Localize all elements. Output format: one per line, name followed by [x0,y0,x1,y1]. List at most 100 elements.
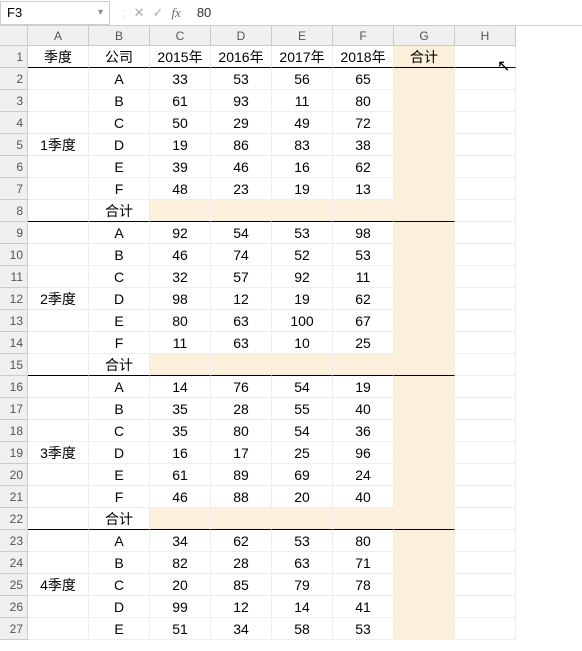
cell-D24[interactable]: 28 [211,552,272,574]
cell-B18[interactable]: C [89,420,150,442]
cell-D18[interactable]: 80 [211,420,272,442]
row-head-10[interactable]: 10 [0,244,28,266]
cell-B14[interactable]: F [89,332,150,354]
row-head-20[interactable]: 20 [0,464,28,486]
cell-C14[interactable]: 11 [150,332,211,354]
cell-E4[interactable]: 49 [272,112,333,134]
cell-D7[interactable]: 23 [211,178,272,200]
cell-C15[interactable] [150,354,211,376]
cell-D22[interactable] [211,508,272,530]
row-head-4[interactable]: 4 [0,112,28,134]
cell-B19[interactable]: D [89,442,150,464]
cell-B9[interactable]: A [89,222,150,244]
cell-B8[interactable]: 合计 [89,200,150,222]
cell-D3[interactable]: 93 [211,90,272,112]
cell-A12[interactable]: 2季度 [28,288,89,310]
col-head-F[interactable]: F [333,26,394,46]
cell-C23[interactable]: 34 [150,530,211,552]
fx-icon[interactable]: fx [171,5,180,21]
row-head-6[interactable]: 6 [0,156,28,178]
cell-D2[interactable]: 53 [211,68,272,90]
cell-D21[interactable]: 88 [211,486,272,508]
cell-A25[interactable]: 4季度 [28,574,89,596]
cell-A5[interactable]: 1季度 [28,134,89,156]
cell-G18[interactable] [394,420,455,442]
cell-A16[interactable] [28,376,89,398]
cell-A4[interactable] [28,112,89,134]
cell-A22[interactable] [28,508,89,530]
cell-G22[interactable] [394,508,455,530]
cell-G15[interactable] [394,354,455,376]
cell-A20[interactable] [28,464,89,486]
cell-G2[interactable] [394,68,455,90]
cell-G12[interactable] [394,288,455,310]
cell-E22[interactable] [272,508,333,530]
cell-F24[interactable]: 71 [333,552,394,574]
cell-F6[interactable]: 62 [333,156,394,178]
cell-F15[interactable] [333,354,394,376]
cell-G19[interactable] [394,442,455,464]
cell-G7[interactable] [394,178,455,200]
cell-E21[interactable]: 20 [272,486,333,508]
header-H[interactable] [455,46,516,68]
cell-E7[interactable]: 19 [272,178,333,200]
cell-D6[interactable]: 46 [211,156,272,178]
cell-D10[interactable]: 74 [211,244,272,266]
cell-H13[interactable] [455,310,516,332]
cell-H10[interactable] [455,244,516,266]
cell-E24[interactable]: 63 [272,552,333,574]
cell-D4[interactable]: 29 [211,112,272,134]
cell-H15[interactable] [455,354,516,376]
cell-F18[interactable]: 36 [333,420,394,442]
header-A[interactable]: 季度 [28,46,89,68]
cell-D9[interactable]: 54 [211,222,272,244]
cell-B22[interactable]: 合计 [89,508,150,530]
cell-F20[interactable]: 24 [333,464,394,486]
cell-F17[interactable]: 40 [333,398,394,420]
cell-E27[interactable]: 58 [272,618,333,640]
cell-H16[interactable] [455,376,516,398]
cell-G17[interactable] [394,398,455,420]
cell-B7[interactable]: F [89,178,150,200]
row-head-7[interactable]: 7 [0,178,28,200]
cell-E11[interactable]: 92 [272,266,333,288]
cell-H18[interactable] [455,420,516,442]
header-E[interactable]: 2017年 [272,46,333,68]
cell-B27[interactable]: E [89,618,150,640]
cell-C18[interactable]: 35 [150,420,211,442]
cell-D17[interactable]: 28 [211,398,272,420]
cell-G5[interactable] [394,134,455,156]
cell-F22[interactable] [333,508,394,530]
cell-H17[interactable] [455,398,516,420]
cell-A23[interactable] [28,530,89,552]
cancel-icon[interactable]: ✕ [134,5,145,21]
cell-F19[interactable]: 96 [333,442,394,464]
col-head-D[interactable]: D [211,26,272,46]
cell-E9[interactable]: 53 [272,222,333,244]
cell-C2[interactable]: 33 [150,68,211,90]
cell-A26[interactable] [28,596,89,618]
cell-D8[interactable] [211,200,272,222]
cell-C20[interactable]: 61 [150,464,211,486]
cell-F25[interactable]: 78 [333,574,394,596]
cell-H24[interactable] [455,552,516,574]
cell-E5[interactable]: 83 [272,134,333,156]
row-head-12[interactable]: 12 [0,288,28,310]
cell-D13[interactable]: 63 [211,310,272,332]
row-head-21[interactable]: 21 [0,486,28,508]
name-box-dropdown-icon[interactable]: ▾ [98,7,103,18]
cell-D16[interactable]: 76 [211,376,272,398]
cell-A2[interactable] [28,68,89,90]
cell-H12[interactable] [455,288,516,310]
row-head-25[interactable]: 25 [0,574,28,596]
row-head-8[interactable]: 8 [0,200,28,222]
col-head-A[interactable]: A [28,26,89,46]
cell-C12[interactable]: 98 [150,288,211,310]
cell-C25[interactable]: 20 [150,574,211,596]
cell-E19[interactable]: 25 [272,442,333,464]
cell-C11[interactable]: 32 [150,266,211,288]
cell-F4[interactable]: 72 [333,112,394,134]
cell-A21[interactable] [28,486,89,508]
cell-C9[interactable]: 92 [150,222,211,244]
cell-G20[interactable] [394,464,455,486]
